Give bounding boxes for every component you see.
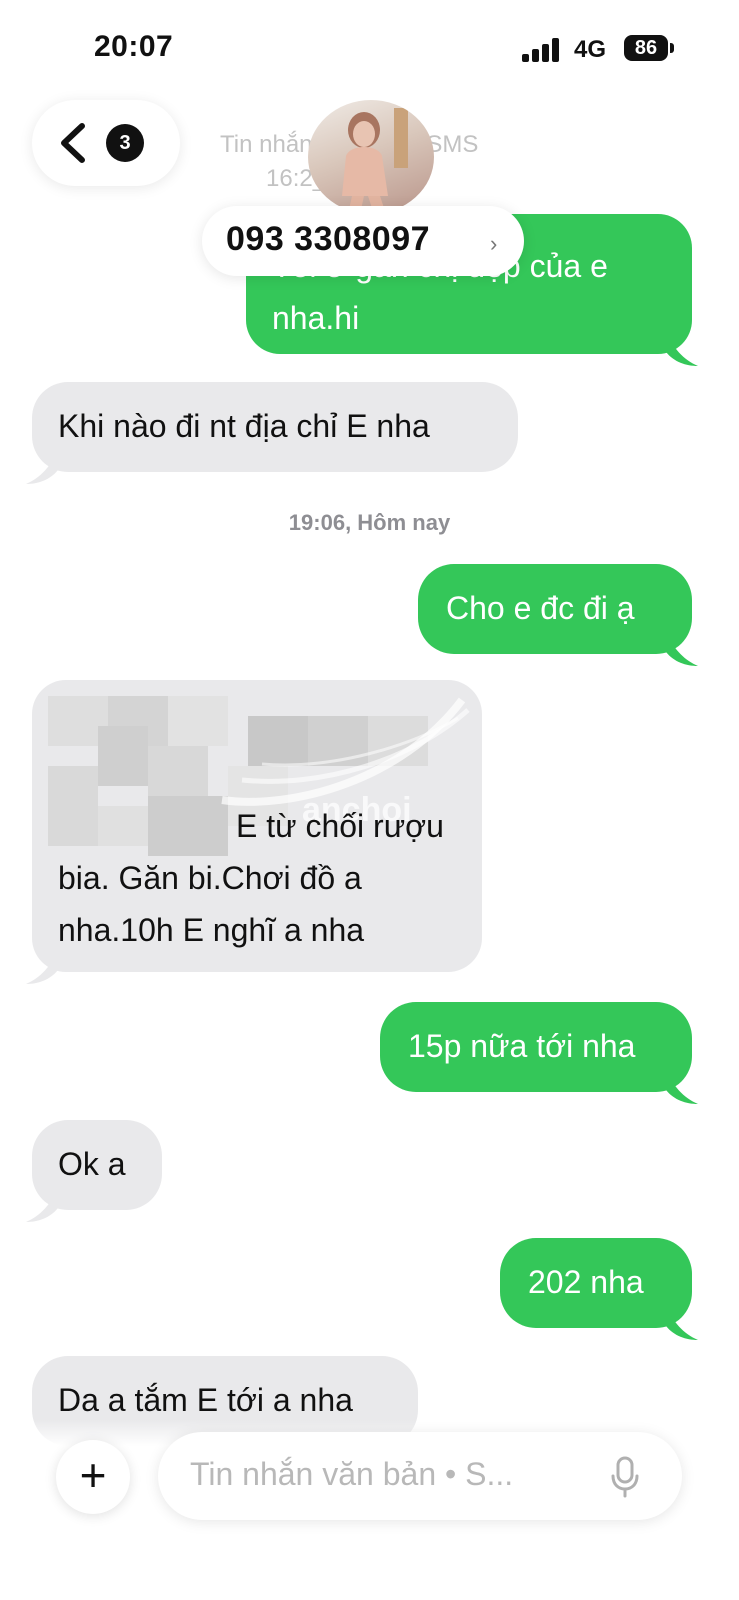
message-input-placeholder: Tin nhắn văn bản • S... xyxy=(190,1456,514,1492)
battery-icon: 86 xyxy=(624,35,668,61)
message-text: Cho e đc đi ạ xyxy=(446,590,635,626)
message-bubble-outgoing[interactable]: 202 nha xyxy=(500,1238,692,1328)
chevron-right-icon: › xyxy=(490,231,498,256)
status-time: 20:07 xyxy=(94,30,174,63)
message-text: bia. Găn bi.Chơi đồ a xyxy=(58,860,362,896)
status-bar: 20:07 4G 86 xyxy=(0,0,739,96)
message-text: E từ chối rượu xyxy=(236,808,444,844)
bubble-tail-outgoing xyxy=(666,330,698,366)
bubble-tail-outgoing xyxy=(666,1068,698,1104)
message-text: Khi nào đi nt địa chỉ E nha xyxy=(58,408,430,444)
avatar-photo xyxy=(342,108,408,214)
message-text: 15p nữa tới nha xyxy=(408,1028,636,1064)
message-input[interactable]: Tin nhắn văn bản • S... xyxy=(158,1432,682,1520)
battery-tip xyxy=(670,43,674,53)
bubble-tail-incoming xyxy=(26,448,58,484)
network-label: 4G xyxy=(574,36,607,63)
signal-icon xyxy=(522,38,562,62)
microphone-icon[interactable] xyxy=(610,1456,640,1498)
bubble-tail-incoming xyxy=(26,948,58,984)
message-text: Da a tắm E tới a nha xyxy=(58,1382,353,1418)
message-text: nha.10h E nghĩ a nha xyxy=(58,912,365,948)
add-attachment-button[interactable]: + xyxy=(56,1440,130,1514)
message-bubble-outgoing[interactable]: 15p nữa tới nha xyxy=(380,1002,692,1092)
message-text: 202 nha xyxy=(528,1264,644,1300)
unread-count-badge: 3 xyxy=(106,124,144,162)
message-text: nha.hi xyxy=(272,300,360,336)
bubble-tail-outgoing xyxy=(666,1304,698,1340)
message-bubble-incoming[interactable]: anchoi E từ chối rượu bia. Găn bi.Chơi đ… xyxy=(32,680,482,972)
contact-number: 093 3308097 xyxy=(226,220,431,258)
message-timestamp: 19:06, Hôm nay xyxy=(288,510,451,535)
message-bubble-incoming[interactable]: Khi nào đi nt địa chỉ E nha xyxy=(32,382,518,472)
message-text: Ok a xyxy=(58,1146,126,1182)
contact-avatar[interactable] xyxy=(308,100,434,214)
contact-name-button[interactable]: 093 3308097 › xyxy=(202,206,524,276)
bubble-tail-incoming xyxy=(26,1186,58,1222)
message-bubble-outgoing[interactable]: Cho e đc đi ạ xyxy=(418,564,692,654)
chevron-left-icon xyxy=(61,123,85,163)
bubble-tail-outgoing xyxy=(666,630,698,666)
back-button[interactable]: 3 xyxy=(32,100,180,186)
